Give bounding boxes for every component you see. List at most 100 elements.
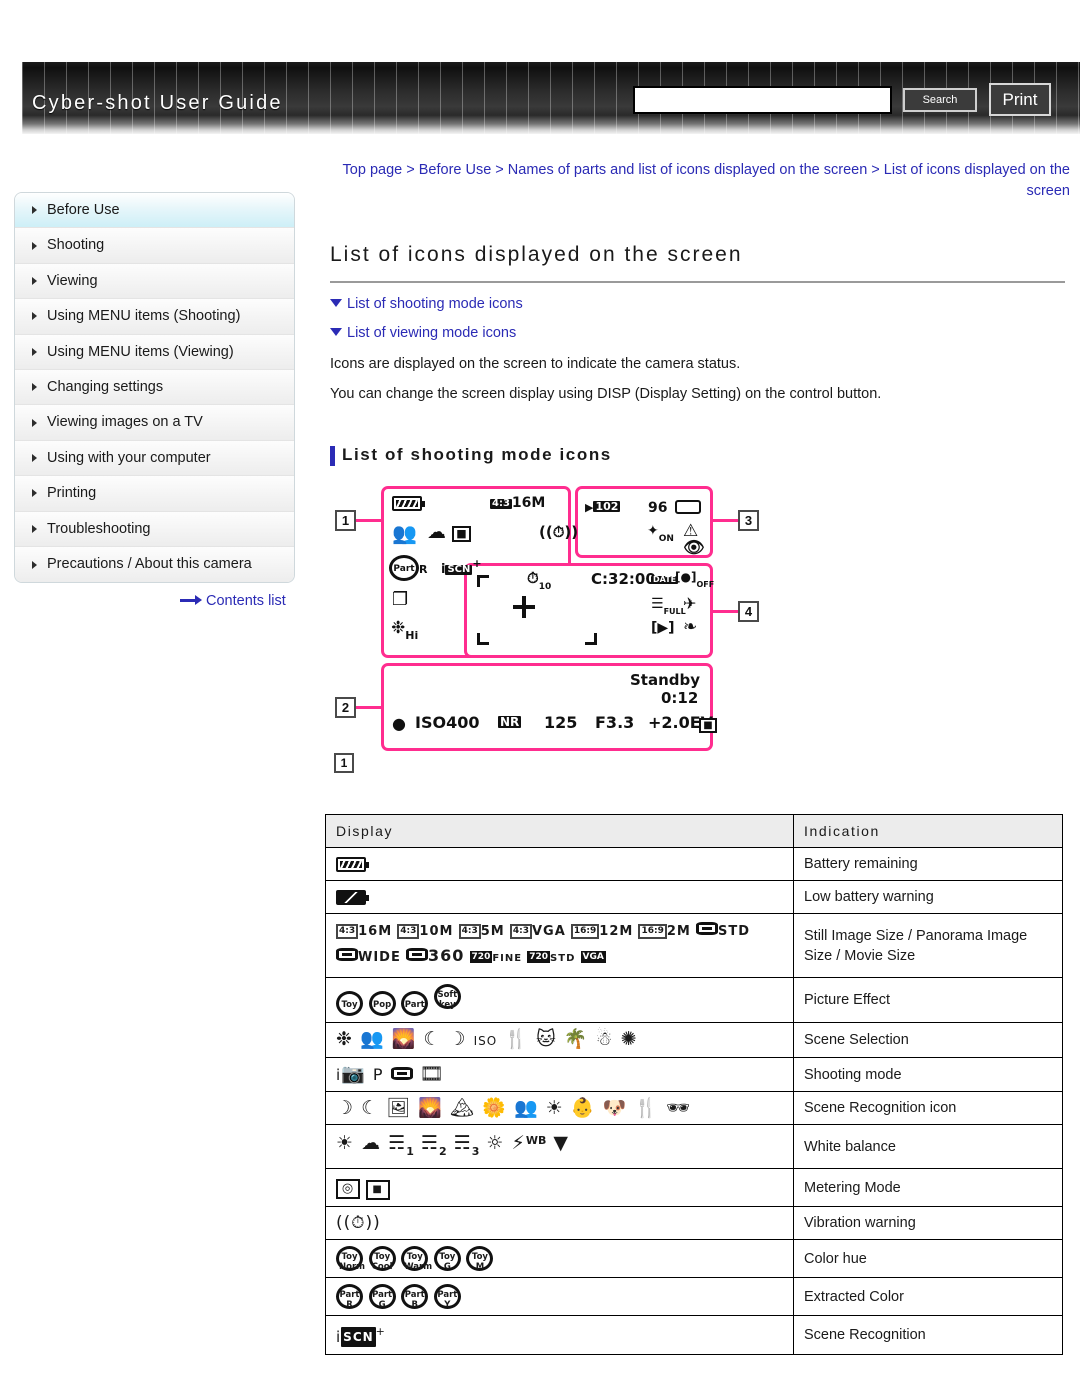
display-cell-vibration-warning: ((⏱)) xyxy=(325,1206,794,1240)
sidebar-item-using-with-computer[interactable]: Using with your computer xyxy=(15,440,294,477)
indication-cell: White balance xyxy=(793,1124,1063,1169)
display-cell-picture-effect: Toy Pop Part Soft key xyxy=(325,977,794,1023)
leader-line-4 xyxy=(713,610,739,613)
smile-shutter-icon: [●]OFF xyxy=(675,570,715,589)
write-direction-icon: [▶] xyxy=(651,620,675,636)
caret-right-icon xyxy=(32,276,37,285)
site-title: Cyber-shot User Guide xyxy=(32,92,283,114)
table-row: Toy Pop Part Soft key Picture Effect xyxy=(325,977,1063,1023)
sidebar-item-label: Viewing xyxy=(47,272,98,289)
site-header: Cyber-shot User Guide Search Print xyxy=(0,62,1080,134)
leader-line-2 xyxy=(356,706,383,709)
anchor-shooting-mode-icons[interactable]: List of shooting mode icons xyxy=(330,293,1065,316)
caret-right-icon xyxy=(32,453,37,462)
main-content: List of icons displayed on the screen Li… xyxy=(330,243,1065,758)
display-cell-scene-selection: ❉ 👥 🌄 ☾ ☽ ISO 🍴 🐱 🌴 ☃ ✺ xyxy=(325,1022,794,1058)
toy-warm-icon: Toy Warm xyxy=(401,1246,432,1272)
sidebar-item-label: Changing settings xyxy=(47,378,164,395)
noise-reduction-icon: NR xyxy=(498,715,522,729)
picture-effect-softkey-icon: Soft key xyxy=(433,984,461,1010)
af-frame-corner-tl xyxy=(477,575,489,587)
sidebar-item-shooting[interactable]: Shooting xyxy=(15,228,294,264)
movie-720-icon: 720 xyxy=(527,951,551,963)
pet-icon: 🐶 xyxy=(602,1097,628,1119)
panorama-icon xyxy=(695,922,718,935)
one-push-icon: ▼ xyxy=(553,1132,570,1154)
af-frame-corner-bl xyxy=(477,633,489,645)
aspect-16-9-icon: 16:9 xyxy=(638,924,667,939)
sidebar-item-before-use[interactable]: Before Use xyxy=(15,193,294,229)
aspect-16-9-icon: 16:9 xyxy=(570,924,600,939)
table-row: Low battery warning xyxy=(325,880,1063,914)
callout-number-2: 2 xyxy=(335,697,356,718)
sidebar-item-printing[interactable]: Printing xyxy=(15,476,294,512)
toy-m-icon: Toy M xyxy=(466,1246,494,1272)
display-cell-low-battery xyxy=(325,880,794,914)
table-row: ❉ 👥 🌄 ☾ ☽ ISO 🍴 🐱 🌴 ☃ ✺ Scene Selection xyxy=(325,1022,1063,1058)
sidebar-item-label: Printing xyxy=(47,485,97,502)
indication-cell: Vibration warning xyxy=(793,1206,1063,1240)
table-row: ☀ ☁ ☴1 ☴2 ☴3 ☼ ⚡WB ▼ White balance xyxy=(325,1124,1063,1169)
sidebar-item-viewing-images-tv[interactable]: Viewing images on a TV xyxy=(15,405,294,441)
program-auto-label: P xyxy=(372,1065,384,1084)
indication-cell: Shooting mode xyxy=(793,1057,1063,1092)
sidebar-item-precautions[interactable]: Precautions / About this camera xyxy=(15,546,294,583)
backlight-portrait-icon: ☀ xyxy=(545,1097,564,1119)
sidebar-item-viewing[interactable]: Viewing xyxy=(15,263,294,300)
spot-metering-crosshair xyxy=(513,596,535,618)
search-button[interactable]: Search xyxy=(903,88,977,112)
sidebar-item-label: Before Use xyxy=(47,202,120,218)
red-eye-reduction-icon: 👁 xyxy=(683,538,705,558)
tripod-icon: 🕶 xyxy=(665,1097,692,1119)
sidebar-nav: Before Use Shooting Viewing Using MENU i… xyxy=(14,192,295,584)
flash-wb-icon: ⚡ xyxy=(511,1132,526,1154)
backlight-icon: 🌄 xyxy=(418,1097,444,1119)
search-input[interactable] xyxy=(633,86,892,114)
print-button[interactable]: Print xyxy=(989,83,1051,116)
caret-right-icon xyxy=(32,418,37,427)
media-card-icon xyxy=(675,500,701,517)
macro-icon: 🌼 xyxy=(482,1097,507,1119)
section-title-shooting-mode-icons: List of shooting mode icons xyxy=(330,445,1065,466)
picture-effect-pop-icon: Pop xyxy=(368,991,396,1016)
sidebar-item-changing-settings[interactable]: Changing settings xyxy=(15,369,294,406)
fluorescent-1-icon: ☴ xyxy=(388,1132,407,1154)
caret-right-icon xyxy=(32,347,37,356)
vibration-warning-icon: ((⏱)) xyxy=(539,523,579,541)
shutter-speed: 125 xyxy=(544,713,578,732)
toy-g-icon: Toy G xyxy=(433,1246,461,1272)
anchor-viewing-mode-icons[interactable]: List of viewing mode icons xyxy=(330,322,1065,345)
baby-icon: 👶 xyxy=(570,1097,596,1119)
scn-chip-icon: SCN xyxy=(341,1327,376,1347)
movie-720-icon: 720 xyxy=(469,951,493,963)
toy-norm-icon: Toy Norm xyxy=(336,1246,365,1272)
list-number-1: 1 xyxy=(334,753,354,773)
pet-icon: 🐱 xyxy=(535,1028,557,1050)
table-row: i📷 P 🎞 Shooting mode xyxy=(325,1057,1063,1092)
high-sensitivity-icon: ISO xyxy=(473,1034,498,1048)
white-balance-cloudy-icon: ☁ xyxy=(427,521,446,543)
sidebar-item-label: Precautions / About this camera xyxy=(47,555,252,572)
iso-value: ISO400 xyxy=(415,713,480,732)
picture-effect-part-icon: Part xyxy=(401,991,429,1016)
sidebar-item-troubleshooting[interactable]: Troubleshooting xyxy=(15,511,294,547)
scene-selection-icon: 👥 xyxy=(392,521,417,545)
indication-cell: Scene Selection xyxy=(793,1022,1063,1058)
caret-right-icon xyxy=(32,560,37,569)
breadcrumb[interactable]: Top page > Before Use > Names of parts a… xyxy=(330,160,1070,202)
plus-icon: + xyxy=(375,1325,386,1338)
battery-low-icon xyxy=(336,889,369,905)
table-header-row: Display Indication xyxy=(325,814,1063,848)
contents-list-label: Contents list xyxy=(206,593,286,609)
portrait-icon: 👥 xyxy=(359,1028,385,1050)
folder-number-indicator: ▶ 102 xyxy=(585,500,621,514)
caret-right-icon xyxy=(32,383,37,392)
contents-list-link[interactable]: Contents list xyxy=(180,593,286,609)
part-g-icon: Part G xyxy=(368,1284,396,1310)
anti-blink-icon: ❧ xyxy=(683,617,698,637)
cloudy-icon: ☁ xyxy=(361,1132,382,1154)
table-row: ☽ ☾ 🖼 🌄 🏔 🌼 👥 ☀ 👶 🐶 🍴 🕶 Scene Recognitio… xyxy=(325,1091,1063,1125)
sidebar-item-using-menu-viewing[interactable]: Using MENU items (Viewing) xyxy=(15,334,294,370)
display-cell-scene-recognition-icon: ☽ ☾ 🖼 🌄 🏔 🌼 👥 ☀ 👶 🐶 🍴 🕶 xyxy=(325,1091,794,1125)
sidebar-item-using-menu-shooting[interactable]: Using MENU items (Shooting) xyxy=(15,299,294,335)
